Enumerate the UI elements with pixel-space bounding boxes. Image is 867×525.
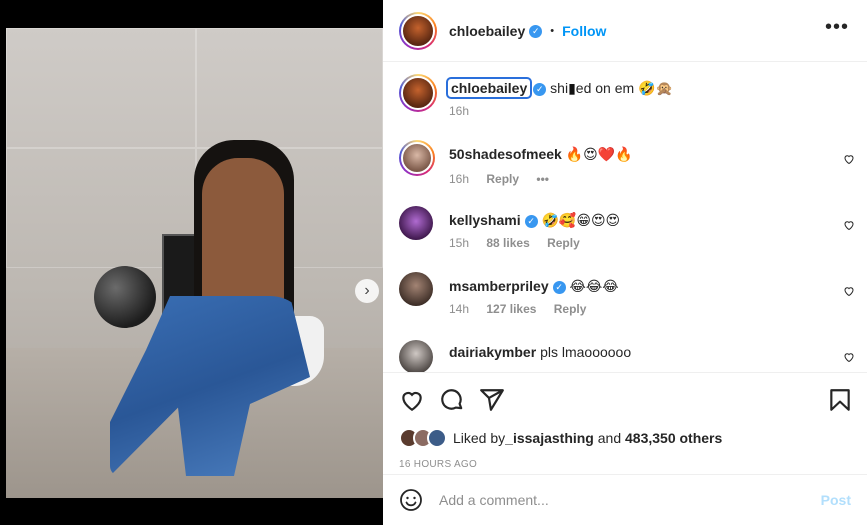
avatar[interactable] bbox=[399, 140, 435, 176]
comment-username[interactable]: msamberpriley bbox=[449, 278, 549, 294]
separator-dot: • bbox=[550, 25, 555, 37]
heart-icon[interactable] bbox=[843, 351, 855, 363]
liker-avatars bbox=[399, 428, 447, 448]
post-header: chloebailey ✓ • Follow ••• bbox=[383, 0, 867, 62]
comment-text: 🔥😍❤️🔥 bbox=[565, 146, 633, 162]
wall-tile bbox=[196, 28, 383, 148]
comment-time: 14h bbox=[449, 302, 470, 316]
post-media[interactable]: › bbox=[6, 28, 383, 498]
heart-icon[interactable] bbox=[843, 285, 855, 297]
follow-button[interactable]: Follow bbox=[562, 23, 606, 39]
comment-meta: 14h 127 likes Reply bbox=[449, 302, 600, 316]
verified-icon: ✓ bbox=[524, 214, 538, 228]
avatar[interactable] bbox=[399, 12, 437, 50]
likes-summary: Liked by _issajasthing and 483,350 other… bbox=[399, 428, 722, 448]
comment-username[interactable]: 50shadesofmeek bbox=[449, 146, 562, 162]
comment-input[interactable] bbox=[439, 489, 799, 511]
post-actions bbox=[383, 372, 867, 424]
verified-icon: ✓ bbox=[529, 24, 543, 38]
comment-time: 15h bbox=[449, 236, 470, 250]
comment-row: dairiakymber pls lmaoooooo bbox=[399, 338, 859, 372]
likes-count[interactable]: 127 likes bbox=[486, 302, 536, 316]
comment-meta: 15h 88 likes Reply bbox=[449, 236, 594, 250]
verified-icon: ✓ bbox=[533, 82, 547, 96]
bookmark-icon[interactable] bbox=[827, 387, 853, 413]
caption-text: shi bbox=[550, 80, 569, 96]
caption-row: chloebailey ✓ shi▮ed on em 🤣🙊 16h bbox=[399, 74, 859, 122]
avatar[interactable] bbox=[399, 340, 433, 372]
add-comment-bar: Post bbox=[383, 474, 867, 525]
avatar[interactable] bbox=[399, 74, 437, 112]
comment-line: msamberpriley ✓ 😂😂😂 bbox=[449, 278, 619, 295]
emoji-icon[interactable] bbox=[399, 488, 423, 512]
comment-text: pls lmaoooooo bbox=[540, 344, 632, 360]
comment-username[interactable]: dairiakymber bbox=[449, 344, 536, 360]
chevron-right-icon[interactable]: › bbox=[355, 279, 379, 303]
person bbox=[202, 158, 284, 318]
heart-icon[interactable] bbox=[843, 219, 855, 231]
reply-button[interactable]: Reply bbox=[486, 172, 519, 186]
instagram-post-modal: › chloebailey ✓ • Follow ••• chloebailey… bbox=[0, 0, 867, 525]
post-button[interactable]: Post bbox=[821, 492, 851, 508]
redaction-mark: ▮ bbox=[568, 80, 576, 96]
avatar bbox=[427, 428, 447, 448]
comments-list[interactable]: chloebailey ✓ shi▮ed on em 🤣🙊 16h 50shade… bbox=[383, 62, 867, 372]
comment-text: 🤣🥰😁😍😍 bbox=[541, 212, 621, 228]
paper-dispenser bbox=[94, 266, 156, 328]
comment-time: 16h bbox=[449, 172, 470, 186]
more-icon[interactable]: ••• bbox=[536, 172, 549, 186]
caption-text-rest: ed on em 🤣🙊 bbox=[575, 80, 673, 96]
likes-middle: and bbox=[593, 430, 625, 446]
reply-button[interactable]: Reply bbox=[547, 236, 580, 250]
comment-line: dairiakymber pls lmaoooooo bbox=[449, 344, 631, 360]
comment-meta: 16h Reply ••• bbox=[449, 172, 563, 186]
comment-username[interactable]: kellyshami bbox=[449, 212, 521, 228]
post-sidebar: chloebailey ✓ • Follow ••• chloebailey ✓ … bbox=[383, 0, 867, 525]
comment-row: 50shadesofmeek 🔥😍❤️🔥 16h Reply ••• bbox=[399, 140, 859, 190]
likes-prefix: Liked by bbox=[453, 430, 506, 446]
more-icon[interactable]: ••• bbox=[825, 17, 849, 37]
comment-text: 😂😂😂 bbox=[569, 278, 619, 294]
heart-icon[interactable] bbox=[399, 387, 425, 413]
heart-icon[interactable] bbox=[843, 153, 855, 165]
liker-username[interactable]: _issajasthing bbox=[505, 430, 594, 446]
avatar[interactable] bbox=[399, 272, 433, 306]
header-user-line: chloebailey ✓ • Follow bbox=[449, 23, 606, 39]
caption-time: 16h bbox=[449, 104, 470, 118]
comment-row: msamberpriley ✓ 😂😂😂 14h 127 likes Reply bbox=[399, 272, 859, 322]
comment-line: kellyshami ✓ 🤣🥰😁😍😍 bbox=[449, 212, 620, 229]
share-icon[interactable] bbox=[479, 387, 505, 413]
caption-username[interactable]: chloebailey bbox=[445, 77, 533, 99]
reply-button[interactable]: Reply bbox=[554, 302, 587, 316]
comment-row: kellyshami ✓ 🤣🥰😁😍😍 15h 88 likes Reply bbox=[399, 206, 859, 256]
avatar[interactable] bbox=[399, 206, 433, 240]
likes-count[interactable]: 88 likes bbox=[486, 236, 529, 250]
author-username[interactable]: chloebailey bbox=[449, 23, 525, 39]
caption-meta: 16h bbox=[449, 104, 483, 118]
wall-tile bbox=[6, 28, 196, 148]
verified-icon: ✓ bbox=[552, 280, 566, 294]
comment-icon[interactable] bbox=[439, 387, 465, 413]
post-timestamp[interactable]: 16 HOURS AGO bbox=[399, 459, 477, 470]
comment-line: 50shadesofmeek 🔥😍❤️🔥 bbox=[449, 146, 633, 163]
likes-others[interactable]: 483,350 others bbox=[625, 430, 722, 446]
caption-line: chloebailey ✓ shi▮ed on em 🤣🙊 bbox=[445, 77, 673, 99]
